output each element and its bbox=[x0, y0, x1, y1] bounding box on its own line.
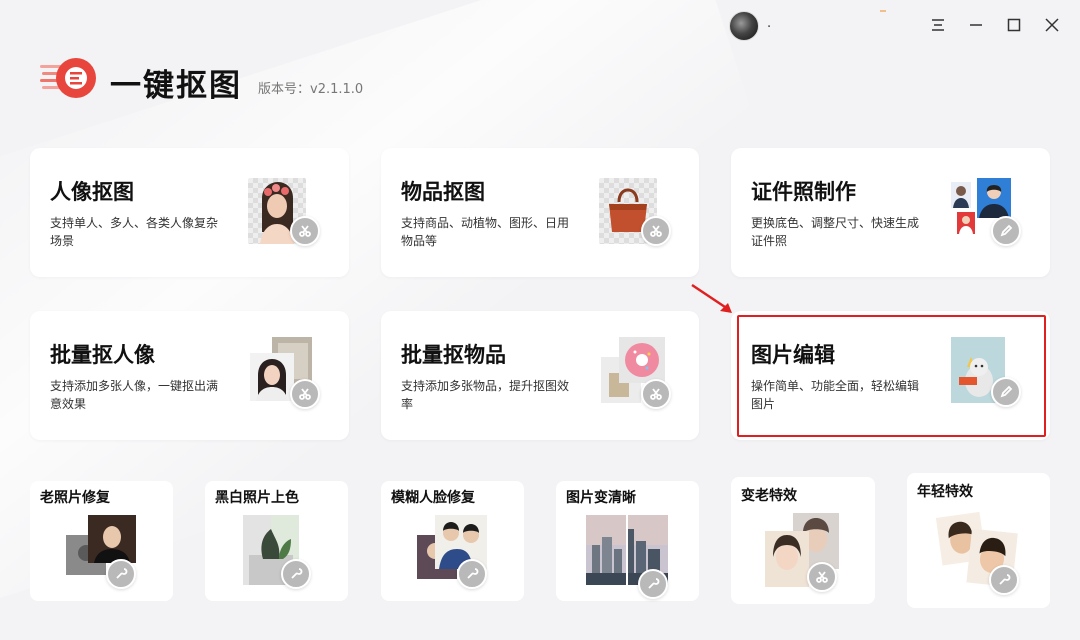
app-title: 一键抠图 bbox=[110, 68, 242, 104]
maximize-icon bbox=[1007, 18, 1021, 32]
minimize-icon bbox=[970, 24, 982, 26]
scissors-icon bbox=[299, 388, 311, 400]
card-description: 操作简单、功能全面，轻松编辑图片 bbox=[751, 379, 920, 411]
app-logo-icon bbox=[40, 58, 96, 98]
card-description: 更换底色、调整尺寸、快速生成证件照 bbox=[751, 216, 920, 248]
card-old-photo-restore[interactable]: 老照片修复 bbox=[30, 481, 173, 601]
card-aging-effect[interactable]: 变老特效 bbox=[731, 477, 875, 604]
card-batch-portrait[interactable]: 批量抠人像 支持添加多张人像，一键抠出满意效果 bbox=[30, 311, 349, 440]
pointer-arrow-icon bbox=[691, 283, 732, 313]
wrench-tool-badge bbox=[638, 569, 668, 599]
wrench-tool-badge bbox=[989, 565, 1019, 595]
wrench-icon bbox=[291, 568, 303, 579]
wrench-icon bbox=[116, 568, 128, 579]
card-youth-effect[interactable]: 年轻特效 bbox=[907, 473, 1050, 608]
scissors-icon bbox=[816, 571, 828, 583]
card-colorize[interactable]: 黑白照片上色 bbox=[205, 481, 348, 601]
scissors-icon bbox=[299, 225, 311, 237]
wrench-tool-badge bbox=[106, 559, 136, 589]
card-title: 证件照制作 bbox=[751, 180, 856, 204]
close-icon bbox=[1045, 18, 1059, 32]
close-button[interactable] bbox=[1041, 14, 1063, 36]
wrench-icon bbox=[467, 568, 479, 579]
menu-icon bbox=[932, 19, 944, 31]
maximize-button[interactable] bbox=[1003, 14, 1025, 36]
user-avatar[interactable] bbox=[729, 11, 759, 41]
card-description: 支持添加多张人像，一键抠出满意效果 bbox=[50, 379, 219, 411]
cutout-tool-badge bbox=[641, 216, 671, 246]
card-title: 变老特效 bbox=[741, 488, 797, 504]
pencil-icon bbox=[1000, 224, 1013, 237]
card-title: 老照片修复 bbox=[40, 490, 110, 506]
card-image-edit[interactable]: 图片编辑 操作简单、功能全面，轻松编辑图片 bbox=[731, 311, 1050, 440]
wrench-tool-badge bbox=[457, 559, 487, 589]
card-title: 图片变清晰 bbox=[566, 490, 636, 506]
card-title: 批量抠物品 bbox=[401, 343, 506, 367]
card-face-restore[interactable]: 模糊人脸修复 bbox=[381, 481, 524, 601]
scissors-icon bbox=[650, 225, 662, 237]
wrench-icon bbox=[648, 578, 660, 589]
card-description: 支持添加多张物品，提升抠图效率 bbox=[401, 379, 570, 411]
card-title: 模糊人脸修复 bbox=[391, 490, 475, 506]
edit-tool-badge bbox=[991, 377, 1021, 407]
cutout-tool-badge bbox=[641, 379, 671, 409]
card-title: 年轻特效 bbox=[917, 484, 973, 500]
minimize-button[interactable] bbox=[965, 14, 987, 36]
card-title: 批量抠人像 bbox=[50, 343, 155, 367]
card-title: 人像抠图 bbox=[50, 180, 134, 204]
card-sharpen-image[interactable]: 图片变清晰 bbox=[556, 481, 699, 601]
card-id-photo[interactable]: 证件照制作 更换底色、调整尺寸、快速生成证件照 bbox=[731, 148, 1050, 277]
wrench-tool-badge bbox=[281, 559, 311, 589]
card-description: 支持单人、多人、各类人像复杂场景 bbox=[50, 216, 219, 248]
card-portrait-cutout[interactable]: 人像抠图 支持单人、多人、各类人像复杂场景 bbox=[30, 148, 349, 277]
wrench-icon bbox=[999, 574, 1011, 585]
card-title: 黑白照片上色 bbox=[215, 490, 299, 506]
cutout-tool-badge bbox=[290, 379, 320, 409]
card-object-cutout[interactable]: 物品抠图 支持商品、动植物、图形、日用物品等 bbox=[381, 148, 699, 277]
card-batch-object[interactable]: 批量抠物品 支持添加多张物品，提升抠图效率 bbox=[381, 311, 699, 440]
menu-button[interactable] bbox=[927, 14, 949, 36]
scissors-icon bbox=[650, 388, 662, 400]
card-description: 支持商品、动植物、图形、日用物品等 bbox=[401, 216, 570, 248]
cutout-tool-badge bbox=[807, 562, 837, 592]
card-title: 物品抠图 bbox=[401, 180, 485, 204]
cutout-tool-badge bbox=[290, 216, 320, 246]
version-label: 版本号：v2.1.1.0 bbox=[258, 82, 364, 97]
decoration-mark bbox=[880, 10, 886, 12]
card-title: 图片编辑 bbox=[751, 343, 835, 367]
edit-tool-badge bbox=[991, 216, 1021, 246]
user-name[interactable]: . bbox=[767, 16, 771, 31]
pencil-icon bbox=[1000, 385, 1013, 398]
